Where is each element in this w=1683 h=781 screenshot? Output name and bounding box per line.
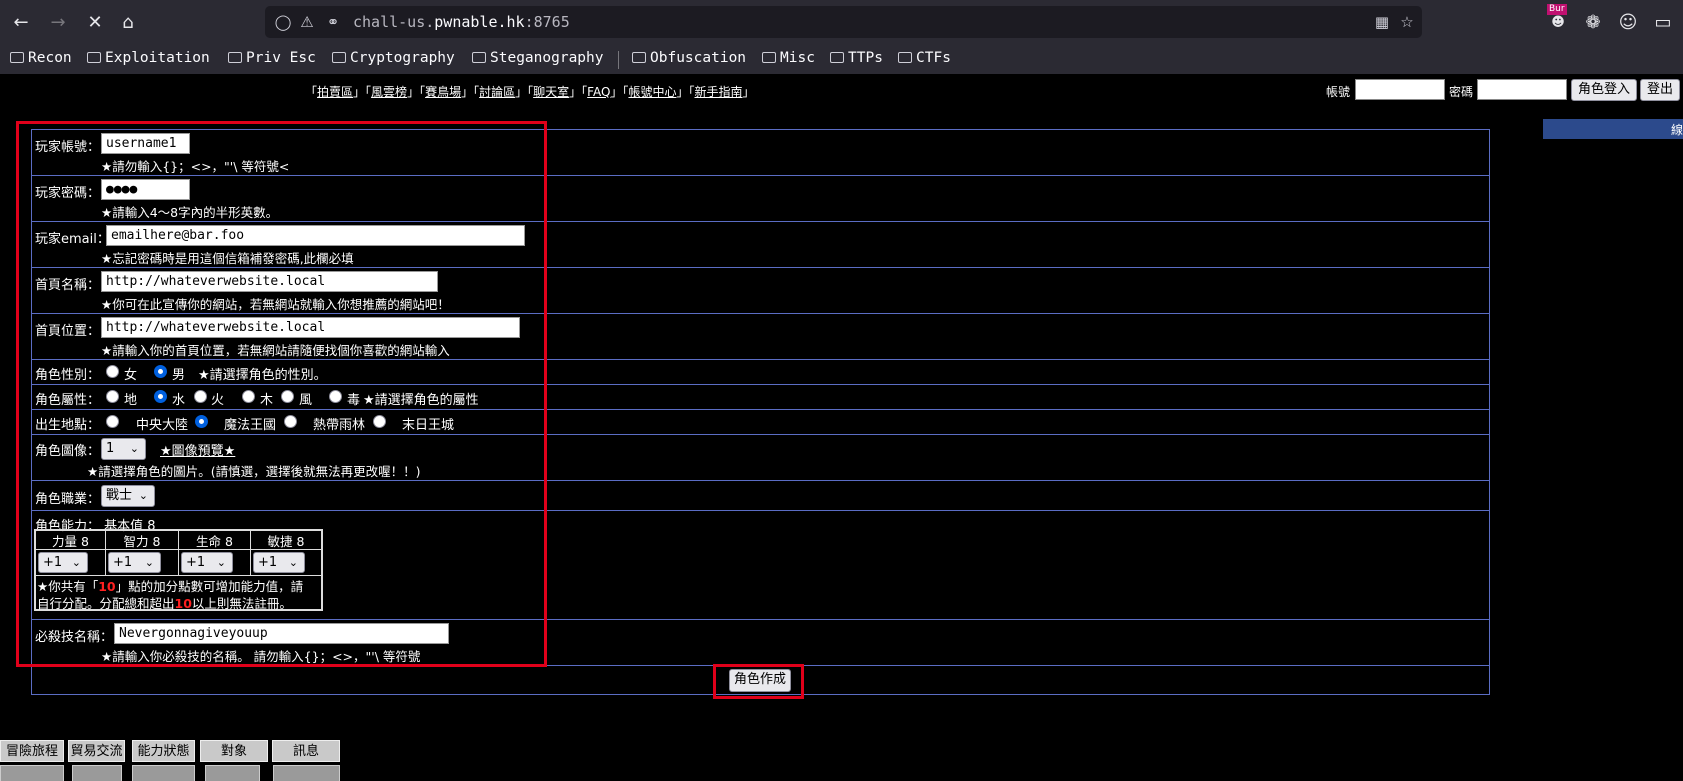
url-bar[interactable]: ◯ ⚠ ⚭ chall-us.pwnable.hk:8765 ▦ ☆ <box>265 6 1422 38</box>
insecure-lock-icon[interactable]: ⚠ <box>297 12 317 32</box>
account-input[interactable] <box>1355 79 1445 100</box>
trash-icon[interactable]: ▭ <box>1650 10 1676 36</box>
folder-icon <box>332 52 346 63</box>
menu-messages[interactable]: 訊息 <box>272 740 340 762</box>
menu-disabled <box>132 765 195 781</box>
folder-icon <box>762 52 776 63</box>
back-arrow-icon[interactable]: ← <box>8 10 34 36</box>
folder-icon <box>87 52 101 63</box>
key-icon[interactable]: ⚭ <box>323 12 343 32</box>
menu-disabled <box>0 765 64 781</box>
bookmarks-bar: Recon Exploitation Priv Esc Cryptography… <box>0 46 1683 74</box>
folder-icon <box>898 52 912 63</box>
shield-icon[interactable]: ◯ <box>273 12 293 32</box>
extension-badge-icon[interactable]: Bur ☻ <box>1545 4 1571 36</box>
folder-icon <box>228 52 242 63</box>
bookmark-ctfs[interactable]: CTFs <box>898 50 951 66</box>
login-button[interactable]: 角色登入 <box>1571 79 1637 101</box>
link-beginner-guide[interactable]: 新手指南 <box>694 85 742 99</box>
annotation-box-submit <box>713 664 804 699</box>
folder-icon <box>472 52 486 63</box>
blue-header-bar: 線 <box>1543 119 1683 139</box>
bookmark-misc[interactable]: Misc <box>762 50 815 66</box>
top-nav-links: 「拍賣區」「風雲榜」「賽鳥場」「討論區」「聊天室」「FAQ」「帳號中心」「新手指… <box>305 85 755 99</box>
link-rankings[interactable]: 風雲榜 <box>371 85 407 99</box>
bookmark-separator <box>618 51 619 69</box>
link-auction[interactable]: 拍賣區 <box>317 85 353 99</box>
bookmark-exploitation[interactable]: Exploitation <box>87 50 210 66</box>
url-text: chall-us.pwnable.hk:8765 <box>353 13 570 31</box>
qr-code-icon[interactable]: ▦ <box>1372 12 1392 32</box>
menu-target[interactable]: 對象 <box>200 740 268 762</box>
bookmark-cryptography[interactable]: Cryptography <box>332 50 455 66</box>
nav-bar: ← → ✕ ⌂ ◯ ⚠ ⚭ chall-us.pwnable.hk:8765 ▦… <box>0 0 1683 46</box>
cookie-icon[interactable]: ❁ <box>1580 10 1606 36</box>
bookmark-recon[interactable]: Recon <box>10 50 72 66</box>
folder-icon <box>10 52 24 63</box>
browser-chrome: ← → ✕ ⌂ ◯ ⚠ ⚭ chall-us.pwnable.hk:8765 ▦… <box>0 0 1683 74</box>
menu-disabled <box>205 765 260 781</box>
bookmark-steganography[interactable]: Steganography <box>472 50 604 66</box>
menu-disabled <box>273 765 340 781</box>
menu-status[interactable]: 能力狀態 <box>132 740 195 762</box>
link-faq[interactable]: FAQ <box>587 85 610 99</box>
forward-arrow-icon[interactable]: → <box>45 10 71 36</box>
glasses-face-icon[interactable]: ☺ <box>1615 10 1641 36</box>
bookmark-obfuscation[interactable]: Obfuscation <box>632 50 746 66</box>
logout-button[interactable]: 登出 <box>1640 79 1680 101</box>
folder-icon <box>632 52 646 63</box>
password-label: 密碼 <box>1449 85 1474 99</box>
menu-adventure[interactable]: 冒險旅程 <box>0 740 64 762</box>
menu-trade[interactable]: 貿易交流 <box>68 740 125 762</box>
link-account-center[interactable]: 帳號中心 <box>628 85 676 99</box>
link-forum[interactable]: 討論區 <box>479 85 515 99</box>
password-input[interactable] <box>1477 79 1567 100</box>
bookmark-star-icon[interactable]: ☆ <box>1397 12 1417 32</box>
annotation-box-form <box>16 121 547 667</box>
menu-disabled <box>72 765 122 781</box>
link-chatroom[interactable]: 聊天室 <box>533 85 569 99</box>
bookmark-priv-esc[interactable]: Priv Esc <box>228 50 316 66</box>
folder-icon <box>830 52 844 63</box>
stop-loading-icon[interactable]: ✕ <box>82 10 108 36</box>
account-label: 帳號 <box>1326 85 1351 99</box>
home-icon[interactable]: ⌂ <box>115 10 141 36</box>
link-bird-race[interactable]: 賽鳥場 <box>425 85 461 99</box>
bookmark-ttps[interactable]: TTPs <box>830 50 883 66</box>
